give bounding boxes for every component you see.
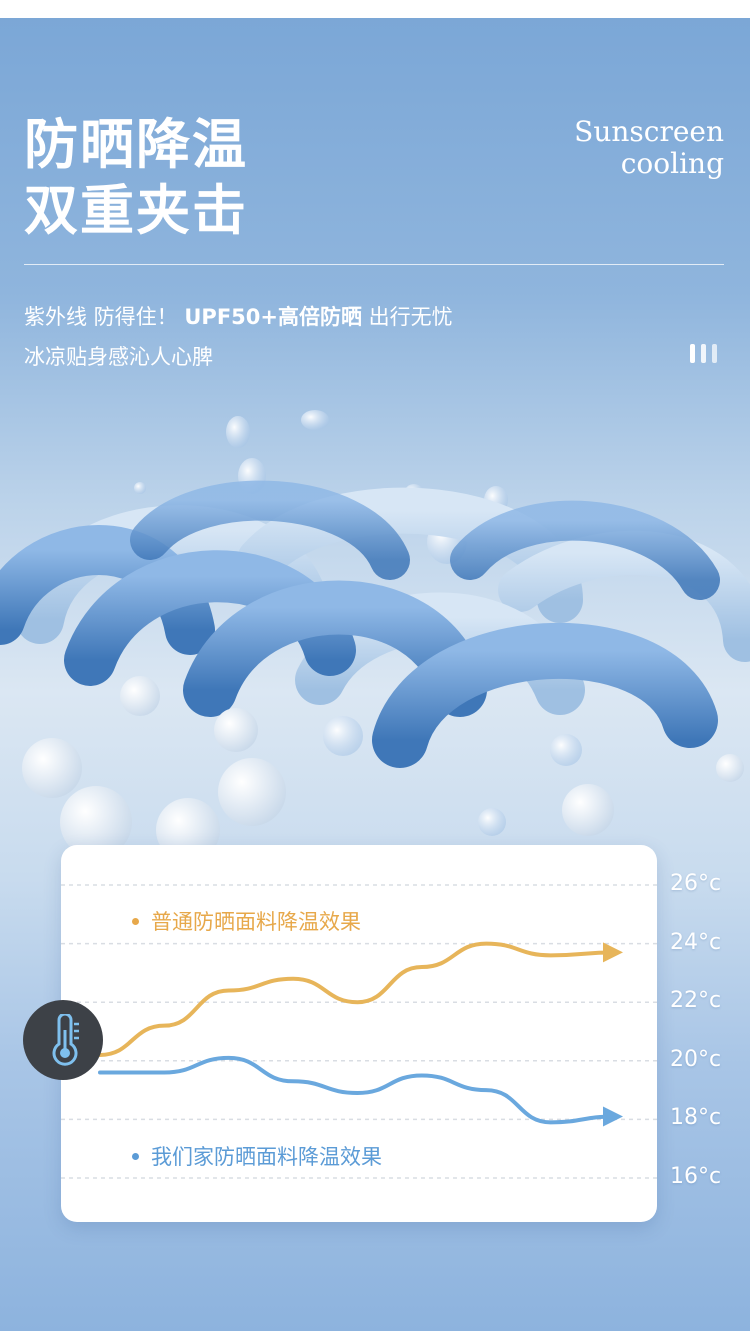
page-title: 防晒降温 双重夹击 — [24, 112, 248, 244]
legend-normal-fabric: 普通防晒面料降温效果 — [132, 906, 361, 936]
title-line-1: 防晒降温 — [24, 113, 248, 176]
y-tick-label: 18°c — [670, 1105, 722, 1131]
y-tick-label: 24°c — [670, 929, 722, 955]
subtitle-line-2: 冰凉贴身感沁人心脾 — [24, 345, 213, 369]
english-title: Sunscreen cooling — [574, 116, 724, 180]
arrow-normal — [603, 942, 623, 963]
y-tick-label: 26°c — [670, 871, 722, 896]
legend-label-ours: 我们家防晒面料降温效果 — [151, 1145, 382, 1169]
pause-icon[interactable] — [690, 344, 717, 363]
divider — [24, 264, 724, 265]
title-line-2: 双重夹击 — [24, 179, 248, 242]
legend-dot-orange — [132, 917, 139, 925]
y-tick-label: 22°c — [670, 988, 722, 1014]
subtitle-line-1: 紫外线 防得住！ UPF50+高倍防晒 出行无忧 — [24, 301, 453, 331]
series-line-normal — [98, 941, 617, 1057]
subtitle-highlight: UPF50+高倍防晒 — [184, 305, 362, 329]
legend-dot-blue — [132, 1152, 139, 1160]
arrow-ours — [603, 1106, 623, 1127]
top-strip — [0, 0, 750, 18]
subtitle-text-a: 紫外线 防得住！ — [24, 305, 178, 329]
english-title-line-2: cooling — [620, 147, 724, 180]
y-tick-label: 16°c — [670, 1164, 722, 1189]
legend-our-fabric: 我们家防晒面料降温效果 — [132, 1141, 382, 1171]
fabric-illustration — [0, 410, 750, 850]
y-tick-label: 20°c — [670, 1046, 722, 1072]
series-line-ours — [98, 1055, 617, 1125]
legend-label-normal: 普通防晒面料降温效果 — [151, 910, 361, 934]
english-title-line-1: Sunscreen — [574, 115, 724, 148]
thermometer-icon — [23, 1000, 103, 1080]
subtitle-text-b: 出行无忧 — [368, 305, 453, 329]
